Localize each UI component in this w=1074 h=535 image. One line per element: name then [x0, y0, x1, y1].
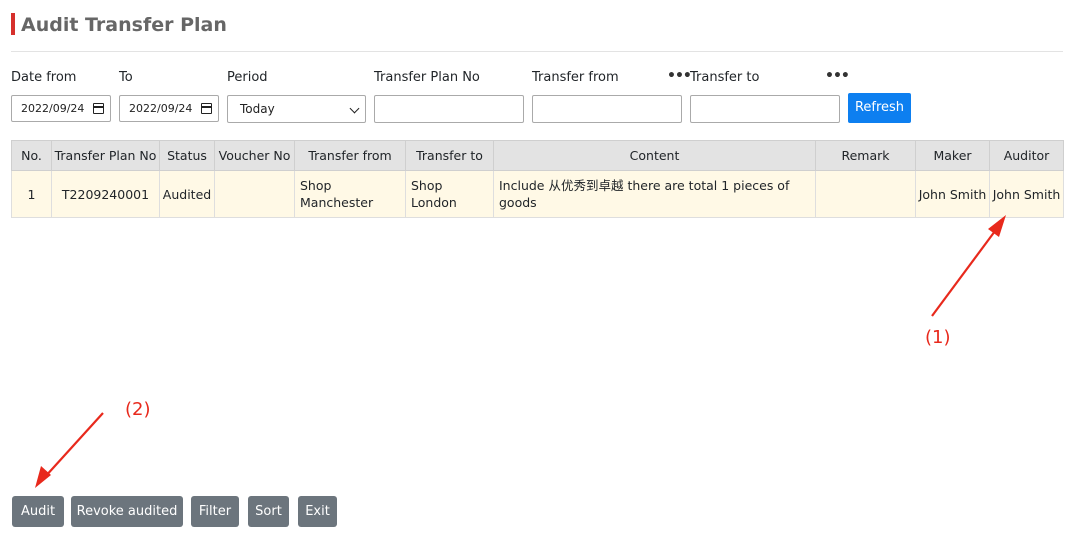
column-header-maker[interactable]: Maker — [915, 140, 990, 171]
date-to-value: 2022/09/24 — [129, 102, 193, 115]
cell-transfer-to: Shop London — [405, 170, 494, 218]
page-header: Audit Transfer Plan — [11, 12, 1063, 52]
annotation-label-2: (2) — [125, 399, 151, 420]
cell-voucher-no — [214, 170, 295, 218]
table-header-row: No. Transfer Plan No Status Voucher No T… — [11, 140, 1064, 171]
cell-status: Audited — [159, 170, 215, 218]
chevron-down-icon — [349, 103, 360, 114]
date-from-input[interactable]: 2022/09/24 — [11, 95, 111, 122]
annotation-label-1: (1) — [925, 327, 951, 348]
calendar-icon[interactable] — [201, 103, 212, 114]
calendar-icon[interactable] — [93, 103, 104, 114]
cell-plan-no: T2209240001 — [51, 170, 160, 218]
cell-transfer-from: Shop Manchester — [294, 170, 406, 218]
column-header-status[interactable]: Status — [159, 140, 215, 171]
period-label: Period — [227, 70, 268, 85]
column-header-transfer-to[interactable]: Transfer to — [405, 140, 494, 171]
date-from-label: Date from — [11, 70, 77, 85]
sort-button[interactable]: Sort — [248, 496, 289, 527]
transfer-to-input[interactable] — [690, 95, 840, 123]
cell-content: Include 从优秀到卓越 there are total 1 pieces … — [493, 170, 816, 218]
column-header-auditor[interactable]: Auditor — [989, 140, 1064, 171]
column-header-no[interactable]: No. — [11, 140, 52, 171]
to-label: To — [119, 70, 133, 85]
column-header-transfer-from[interactable]: Transfer from — [294, 140, 406, 171]
table-row[interactable]: 1 T2209240001 Audited Shop Manchester Sh… — [11, 170, 1064, 218]
column-header-content[interactable]: Content — [493, 140, 816, 171]
date-from-value: 2022/09/24 — [21, 102, 85, 115]
annotation-arrow-1 — [931, 215, 1006, 317]
column-header-voucher-no[interactable]: Voucher No — [214, 140, 295, 171]
date-to-input[interactable]: 2022/09/24 — [119, 95, 219, 122]
transfer-plan-table: No. Transfer Plan No Status Voucher No T… — [11, 140, 1064, 218]
filter-button[interactable]: Filter — [191, 496, 239, 527]
exit-button[interactable]: Exit — [298, 496, 337, 527]
period-selected-value: Today — [240, 102, 275, 116]
transfer-plan-no-input[interactable] — [374, 95, 524, 123]
transfer-from-more-icon[interactable]: ••• — [667, 68, 692, 84]
transfer-from-input[interactable] — [532, 95, 682, 123]
cell-auditor: John Smith — [989, 170, 1064, 218]
transfer-to-more-icon[interactable]: ••• — [825, 68, 850, 84]
transfer-to-label: Transfer to — [690, 70, 760, 85]
period-select[interactable]: Today — [227, 95, 366, 123]
annotation-arrow-2 — [35, 412, 104, 488]
column-header-remark[interactable]: Remark — [815, 140, 916, 171]
column-header-plan-no[interactable]: Transfer Plan No — [51, 140, 160, 171]
audit-button[interactable]: Audit — [12, 496, 64, 527]
page-title: Audit Transfer Plan — [21, 14, 227, 36]
title-accent-bar — [11, 13, 15, 35]
transfer-from-label: Transfer from — [532, 70, 619, 85]
revoke-audited-button[interactable]: Revoke audited — [71, 496, 183, 527]
cell-no: 1 — [11, 170, 52, 218]
refresh-button[interactable]: Refresh — [848, 93, 911, 123]
cell-maker: John Smith — [915, 170, 990, 218]
cell-remark — [815, 170, 916, 218]
transfer-plan-no-label: Transfer Plan No — [374, 70, 480, 85]
